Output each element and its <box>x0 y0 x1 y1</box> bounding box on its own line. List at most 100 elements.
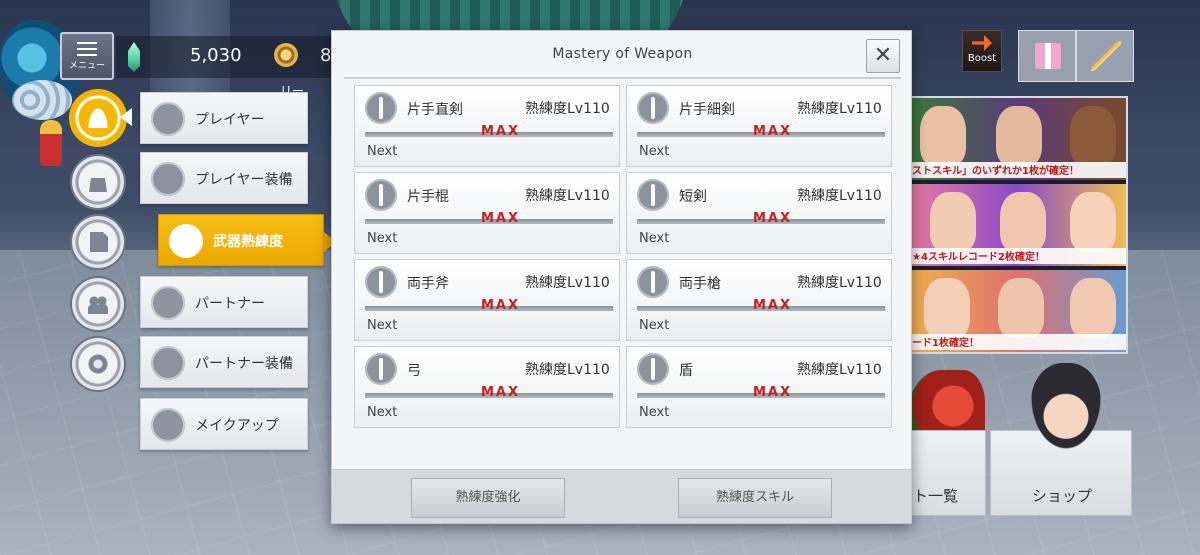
character-portrait <box>998 278 1044 338</box>
submenu-label: プレイヤー <box>195 112 265 128</box>
weapon-name: 両手斧 <box>407 276 449 292</box>
person-icon <box>88 108 108 128</box>
submenu-label: パートナー装備 <box>195 356 293 372</box>
submenu-label: 武器熟練度 <box>213 234 283 250</box>
weapon-name: 片手棍 <box>407 189 449 205</box>
list-label: ト一覧 <box>913 487 959 505</box>
dialog-footer: 熟練度強化 熟練度スキル <box>332 469 911 523</box>
character-portrait <box>930 192 976 252</box>
close-icon: ✕ <box>873 43 893 68</box>
event-banner[interactable]: ード1枚確定！ <box>910 270 1126 352</box>
character-portrait <box>1070 192 1116 252</box>
boost-label: Boost <box>967 53 997 64</box>
shop-button[interactable]: ショップ <box>990 363 1132 516</box>
weapon-mastery-card[interactable]: 片手棍 熟練度Lv110 MAX Next <box>354 172 620 254</box>
list-button[interactable]: ト一覧 <box>906 430 986 516</box>
group-icon <box>88 294 108 314</box>
submenu-item-partner-equipment[interactable]: パートナー装備 <box>140 336 308 388</box>
next-label: Next <box>367 231 398 246</box>
weapon-mastery-grid: 片手直剣 熟練度Lv110 MAX Next 片手細剣 熟練度Lv110 MAX… <box>354 85 892 431</box>
weapon-mastery-card[interactable]: 盾 熟練度Lv110 MAX Next <box>626 346 892 428</box>
next-label: Next <box>367 318 398 333</box>
weapon-name: 短剣 <box>679 189 707 205</box>
one-handed-sword-icon <box>365 92 397 124</box>
mastery-skill-button[interactable]: 熟練度スキル <box>678 478 832 518</box>
weapon-name: 両手槍 <box>679 276 721 292</box>
submenu-label: パートナー <box>195 296 265 312</box>
player-silhouette-icon <box>151 102 185 136</box>
next-label: Next <box>367 144 398 159</box>
submenu-pointer <box>120 108 132 126</box>
shop-character-portrait <box>1031 363 1101 449</box>
note-icon <box>90 232 108 252</box>
mastery-level: 熟練度Lv110 <box>797 101 882 117</box>
event-banner[interactable]: ストスキル」のいずれか1枚が確定！ <box>910 98 1126 180</box>
partner-icon <box>151 286 185 320</box>
background-creature-body <box>12 80 72 120</box>
dialog-title: Mastery of Weapon <box>552 46 693 62</box>
character-portrait <box>920 106 966 166</box>
character-portrait <box>1000 192 1046 252</box>
max-label: MAX <box>753 124 793 139</box>
dagger-icon <box>637 179 669 211</box>
next-label: Next <box>639 231 670 246</box>
submenu-item-makeup[interactable]: メイクアップ <box>140 398 308 450</box>
boost-arrow-icon <box>972 35 992 51</box>
partner-sword-icon <box>151 346 185 380</box>
weapon-mastery-card[interactable]: 片手細剣 熟練度Lv110 MAX Next <box>626 85 892 167</box>
nav-notes-button[interactable] <box>72 216 124 268</box>
nav-items-button[interactable] <box>72 156 124 208</box>
submenu-label: プレイヤー装備 <box>195 172 293 188</box>
gift-button[interactable] <box>1018 30 1076 82</box>
submenu-label: メイクアップ <box>195 418 279 434</box>
mastery-of-weapon-dialog: Mastery of Weapon ✕ 片手直剣 熟練度Lv110 MAX Ne… <box>331 30 912 524</box>
character-portrait <box>1070 106 1116 166</box>
max-label: MAX <box>753 298 793 313</box>
weapon-mastery-card[interactable]: 両手槍 熟練度Lv110 MAX Next <box>626 259 892 341</box>
shield-icon <box>637 353 669 385</box>
weapon-name: 片手直剣 <box>407 102 463 118</box>
next-label: Next <box>367 405 398 420</box>
event-banner-list: ストスキル」のいずれか1枚が確定！ ★4スキルレコード2枚確定！ ード1枚確定！ <box>908 96 1128 354</box>
banner-caption: ストスキル」のいずれか1枚が確定！ <box>910 162 1126 178</box>
max-label: MAX <box>753 385 793 400</box>
axe-icon <box>365 266 397 298</box>
event-banner[interactable]: ★4スキルレコード2枚確定！ <box>910 184 1126 266</box>
next-label: Next <box>639 405 670 420</box>
menu-button-label: メニュー <box>68 61 105 71</box>
nav-social-button[interactable] <box>72 278 124 330</box>
mastery-level: 熟練度Lv110 <box>525 275 610 291</box>
gear-icon <box>88 354 108 374</box>
shop-label: ショップ <box>1031 487 1092 505</box>
character-portrait <box>924 278 970 338</box>
hamburger-icon <box>77 42 97 56</box>
boost-button[interactable]: Boost <box>962 30 1002 72</box>
submenu-item-player[interactable]: プレイヤー <box>140 92 308 144</box>
submenu-item-partner[interactable]: パートナー <box>140 276 308 328</box>
weapon-mastery-card[interactable]: 弓 熟練度Lv110 MAX Next <box>354 346 620 428</box>
nav-settings-button[interactable] <box>72 338 124 390</box>
banner-caption: ★4スキルレコード2枚確定！ <box>910 248 1126 264</box>
crossed-swords-icon <box>169 224 203 258</box>
character-portrait <box>996 106 1042 166</box>
submenu-item-weapon-mastery[interactable]: 武器熟練度 <box>158 214 324 266</box>
spear-icon <box>637 266 669 298</box>
mastery-enhance-button[interactable]: 熟練度強化 <box>411 478 565 518</box>
weapon-name: 片手細剣 <box>679 102 735 118</box>
max-label: MAX <box>481 211 521 226</box>
close-button[interactable]: ✕ <box>866 39 900 73</box>
mastery-level: 熟練度Lv110 <box>797 362 882 378</box>
sword-icon <box>1091 41 1121 71</box>
weapon-name: 盾 <box>679 363 693 379</box>
nav-player-button[interactable] <box>72 92 124 144</box>
mastery-level: 熟練度Lv110 <box>525 101 610 117</box>
weapon-button[interactable] <box>1076 30 1134 82</box>
weapon-mastery-card[interactable]: 短剣 熟練度Lv110 MAX Next <box>626 172 892 254</box>
weapon-name: 弓 <box>407 363 421 379</box>
weapon-mastery-card[interactable]: 両手斧 熟練度Lv110 MAX Next <box>354 259 620 341</box>
banner-caption: ード1枚確定！ <box>910 334 1126 350</box>
weapon-mastery-card[interactable]: 片手直剣 熟練度Lv110 MAX Next <box>354 85 620 167</box>
mastery-level: 熟練度Lv110 <box>797 275 882 291</box>
submenu-item-player-equipment[interactable]: プレイヤー装備 <box>140 152 308 204</box>
menu-button[interactable]: メニュー <box>60 32 114 80</box>
